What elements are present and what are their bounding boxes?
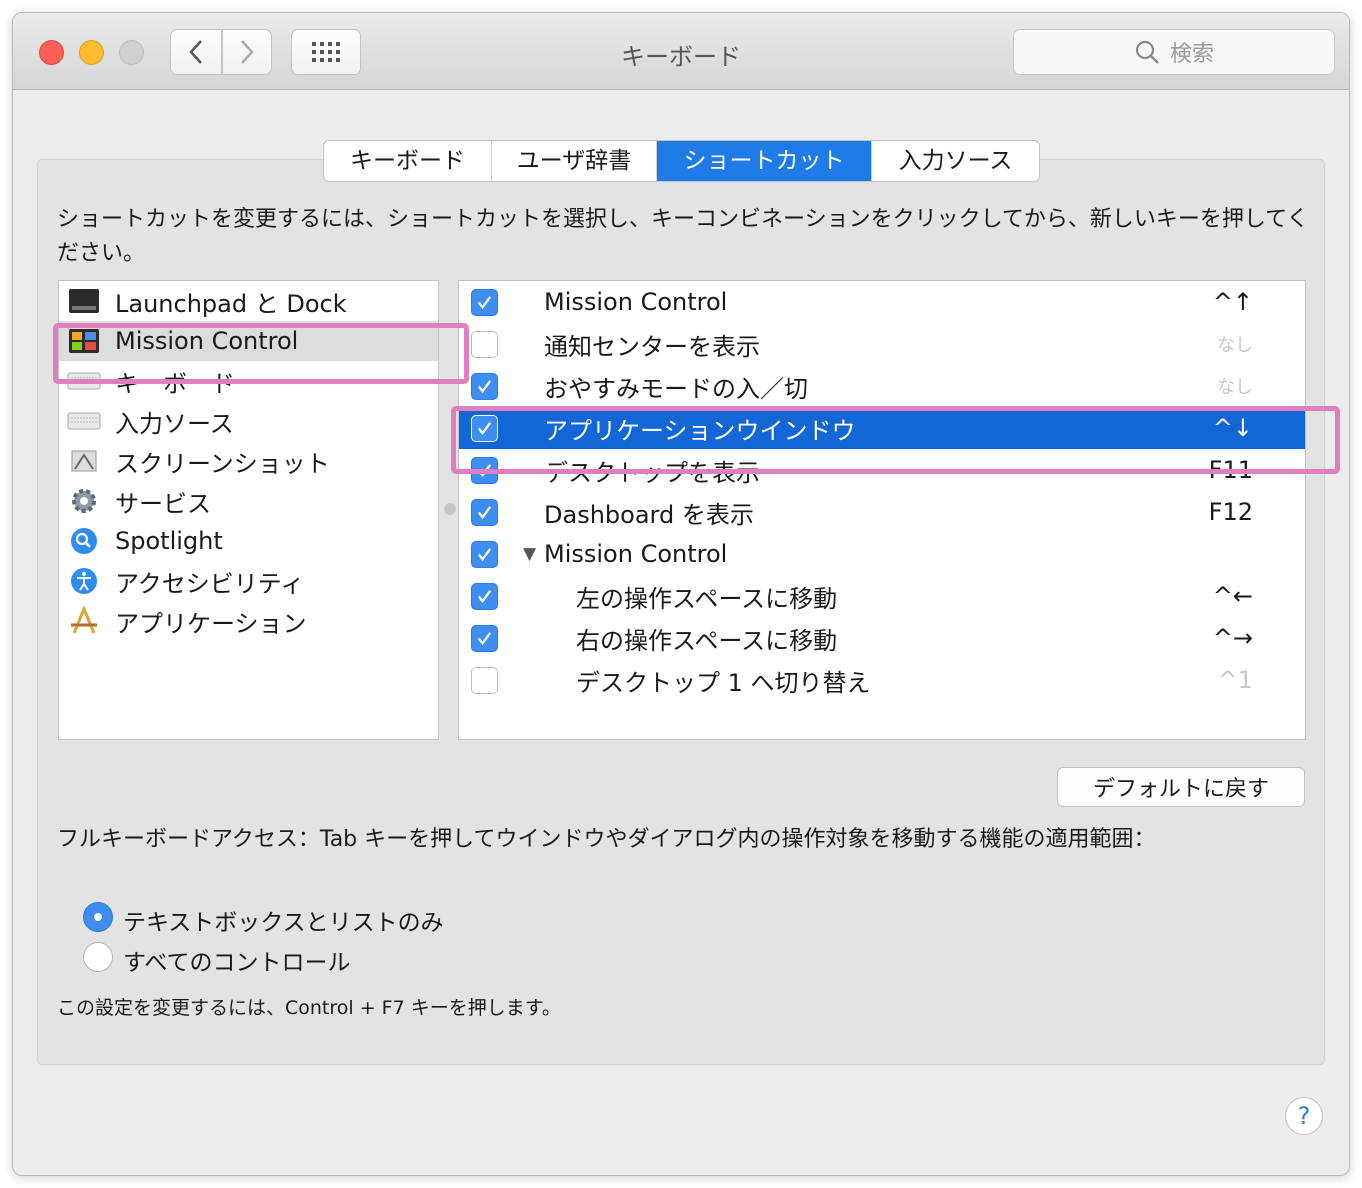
search-icon — [1135, 40, 1159, 64]
restore-defaults-button[interactable]: デフォルトに戻す — [1057, 767, 1305, 807]
shortcut-checkbox[interactable] — [471, 540, 498, 568]
shortcut-row[interactable]: Mission Control ^↑ — [459, 281, 1305, 323]
instructions-text: ショートカットを変更するには、ショートカットを選択し、キーコンビネーションをクリ… — [57, 207, 1309, 266]
tab-bar: キーボード ユーザ辞書 ショートカット 入力ソース — [323, 140, 1040, 182]
shortcut-checkbox[interactable] — [471, 624, 498, 652]
shortcut-row[interactable]: Dashboard を表示 F12 — [459, 491, 1305, 533]
shortcut-checkbox[interactable] — [471, 666, 498, 694]
title-bar: キーボード 検索 — [13, 13, 1349, 90]
category-item-services[interactable]: サービス — [59, 481, 438, 521]
category-item-accessibility[interactable]: アクセシビリティ — [59, 561, 438, 601]
annotation-highlight-shortcut — [451, 406, 1340, 474]
shortcut-checkbox[interactable] — [471, 288, 498, 316]
category-item-applications[interactable]: アプリケーション — [59, 601, 438, 641]
shortcut-checkbox[interactable] — [471, 498, 498, 526]
radio-text-boxes-lists[interactable] — [83, 902, 113, 932]
radio-all-controls[interactable] — [83, 942, 113, 972]
shortcut-row[interactable]: 通知センターを表示 なし — [459, 323, 1305, 365]
category-label: アプリケーション — [115, 609, 307, 638]
disclosure-triangle-icon[interactable]: ▼ — [523, 544, 536, 564]
full-keyboard-access-label: フルキーボードアクセス：Tab キーを押してウインドウやダイアログ内の操作対象を… — [57, 827, 1156, 852]
shortcut-row[interactable]: おやすみモードの入／切 なし — [459, 365, 1305, 407]
launchpad-icon — [67, 286, 101, 316]
shortcut-key[interactable]: ^↑ — [1213, 288, 1253, 316]
shortcut-row[interactable]: デスクトップ 1 へ切り替え ^1 — [459, 659, 1305, 701]
app-store-icon — [67, 606, 101, 636]
shortcut-key[interactable]: ^← — [1213, 582, 1253, 610]
shortcut-group-row[interactable]: ▼ Mission Control — [459, 533, 1305, 575]
tab-user-dictionary[interactable]: ユーザ辞書 — [492, 141, 657, 181]
category-label: Launchpad と Dock — [115, 289, 347, 318]
annotation-highlight-category — [53, 323, 469, 384]
shortcut-label: 左の操作スペースに移動 — [576, 584, 838, 613]
shortcut-checkbox[interactable] — [471, 582, 498, 610]
shortcut-row[interactable]: 右の操作スペースに移動 ^→ — [459, 617, 1305, 659]
radio-label: テキストボックスとリストのみ — [123, 910, 444, 936]
checkmark-icon — [477, 379, 492, 393]
checkmark-icon — [477, 547, 492, 561]
hint-text: この設定を変更するには、Control + F7 キーを押します。 — [57, 997, 561, 1019]
accessibility-icon — [67, 566, 101, 596]
shortcut-key[interactable]: F12 — [1209, 498, 1253, 526]
category-label: サービス — [115, 489, 211, 518]
spotlight-icon — [67, 526, 101, 556]
shortcut-key[interactable]: ^1 — [1218, 666, 1253, 694]
checkmark-icon — [477, 589, 492, 603]
checkmark-icon — [477, 505, 492, 519]
search-placeholder: 検索 — [1169, 42, 1214, 67]
category-label: スクリーンショット — [115, 449, 330, 478]
shortcut-label: Mission Control — [544, 288, 728, 316]
category-item-screenshots[interactable]: スクリーンショット — [59, 441, 438, 481]
keyboard-icon — [67, 406, 101, 436]
tab-input-sources[interactable]: 入力ソース — [872, 141, 1039, 181]
shortcut-label: 通知センターを表示 — [544, 332, 760, 361]
shortcut-checkbox[interactable] — [471, 372, 498, 400]
shortcut-key[interactable]: なし — [1217, 331, 1253, 357]
help-button[interactable]: ? — [1285, 1097, 1323, 1135]
preferences-window: キーボード 検索 キーボード ユーザ辞書 ショートカット 入力ソース ショートカ… — [12, 12, 1350, 1176]
category-label: アクセシビリティ — [115, 569, 305, 598]
category-item-spotlight[interactable]: Spotlight — [59, 521, 438, 561]
screenshot-icon — [67, 446, 101, 476]
search-field[interactable]: 検索 — [1013, 29, 1335, 75]
shortcut-label: 右の操作スペースに移動 — [576, 626, 838, 655]
radio-label: すべてのコントロール — [123, 950, 351, 976]
shortcut-label: Dashboard を表示 — [544, 500, 754, 529]
shortcut-list: Mission Control ^↑ 通知センターを表示 なし おやすみモードの… — [458, 280, 1306, 740]
shortcut-key[interactable]: ^→ — [1213, 624, 1253, 652]
shortcut-label: デスクトップ 1 へ切り替え — [576, 668, 871, 697]
split-view-handle[interactable] — [444, 503, 456, 515]
shortcut-label: おやすみモードの入／切 — [544, 374, 808, 403]
category-label: Spotlight — [115, 527, 223, 555]
category-item-input-sources[interactable]: 入力ソース — [59, 401, 438, 441]
checkmark-icon — [477, 631, 492, 645]
gear-icon — [67, 486, 101, 516]
shortcut-label: Mission Control — [544, 540, 728, 568]
shortcut-key[interactable]: なし — [1217, 373, 1253, 399]
tab-shortcuts[interactable]: ショートカット — [657, 141, 872, 181]
category-label: 入力ソース — [115, 409, 234, 438]
tab-keyboard[interactable]: キーボード — [324, 141, 492, 181]
shortcut-row[interactable]: 左の操作スペースに移動 ^← — [459, 575, 1305, 617]
shortcut-checkbox[interactable] — [471, 330, 498, 358]
category-item-launchpad[interactable]: Launchpad と Dock — [59, 281, 438, 321]
checkmark-icon — [477, 295, 492, 309]
